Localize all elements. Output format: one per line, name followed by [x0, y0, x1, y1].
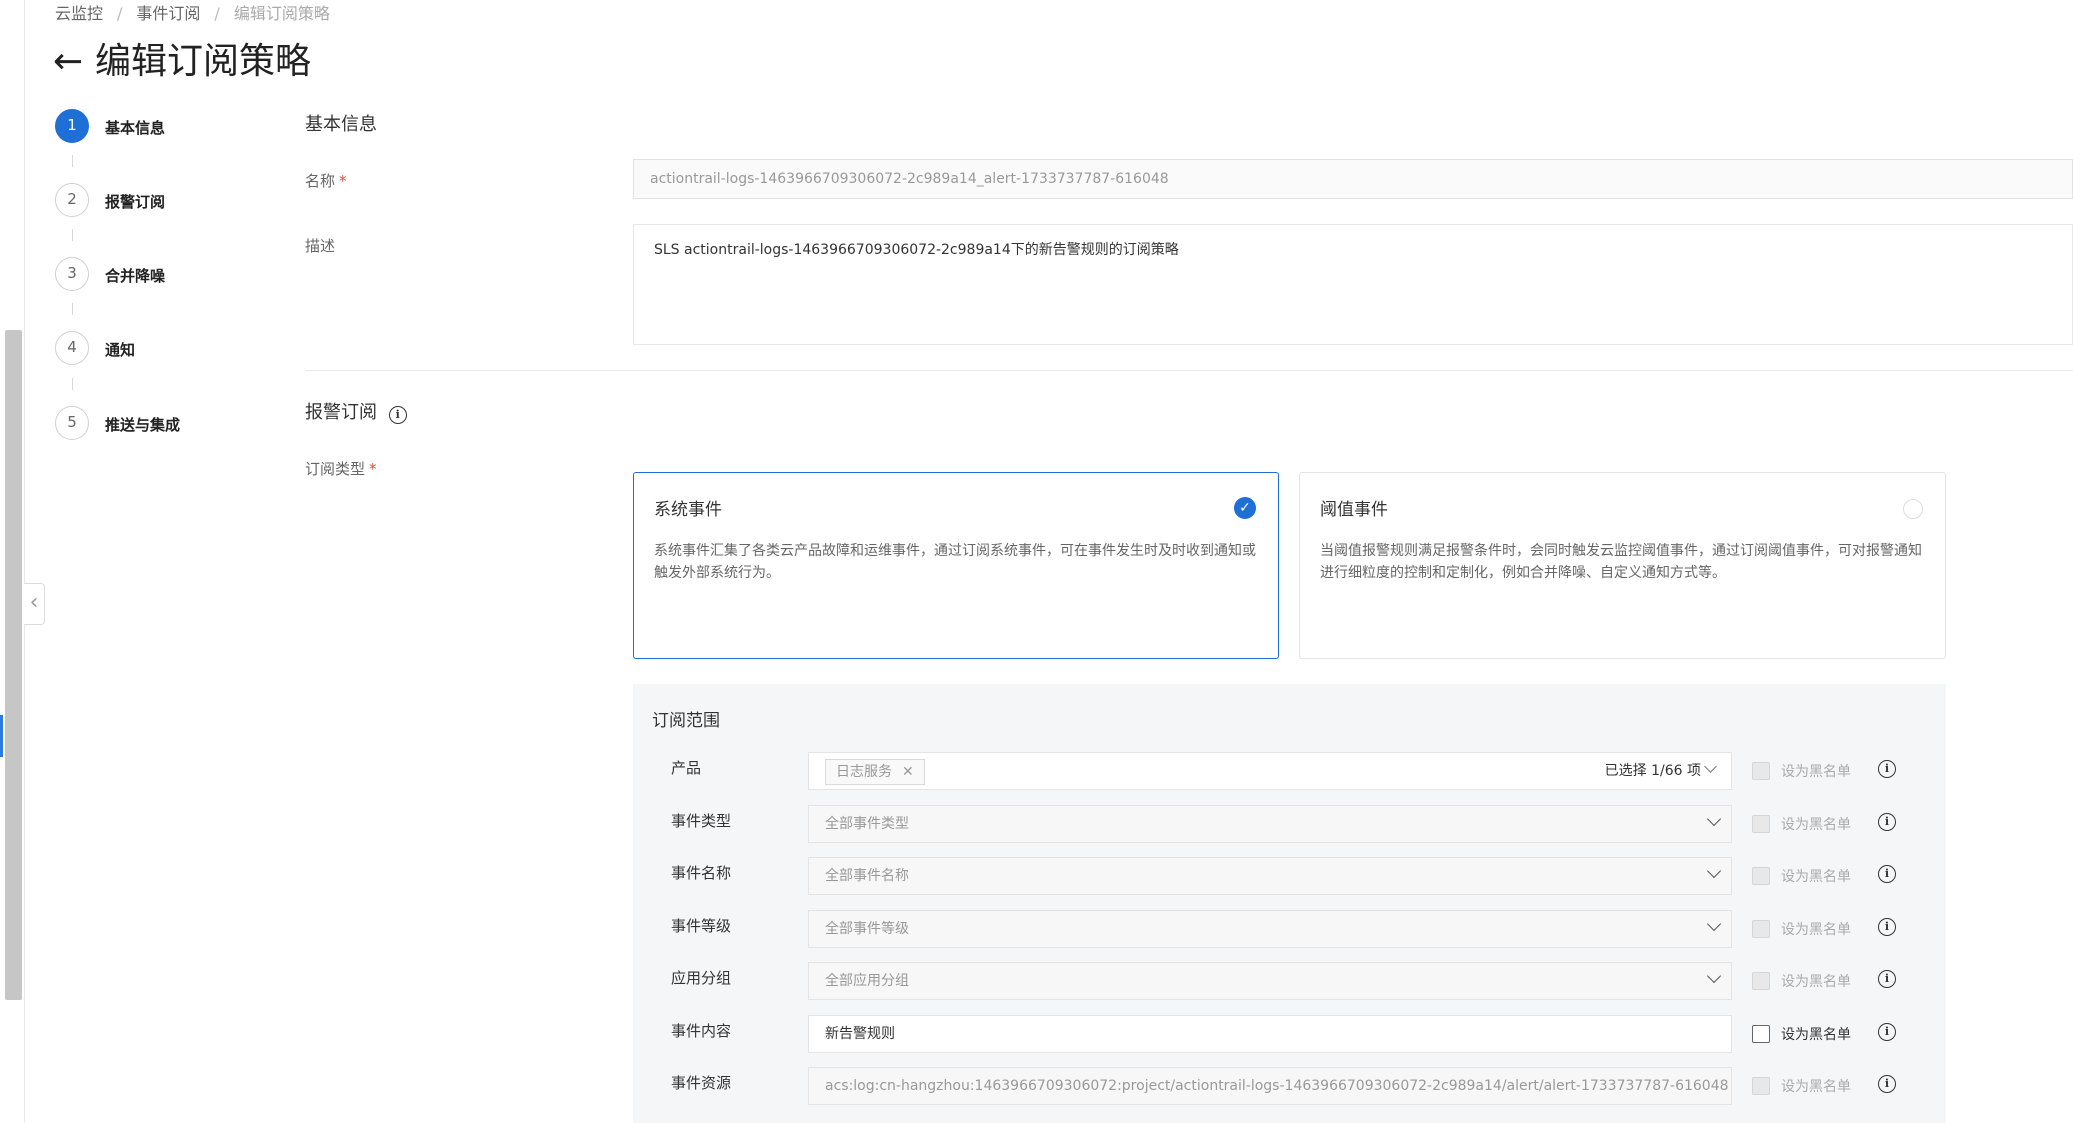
event-type-blacklist-label: 设为黑名单 [1781, 817, 1851, 833]
threshold-event-description: 当阈值报警规则满足报警条件时，会同时触发云监控阈值事件，通过订阅阈值事件，可对报… [1320, 543, 1922, 581]
breadcrumb-item-event-subscription[interactable]: 事件订阅 [136, 4, 200, 23]
info-icon[interactable]: i [1878, 760, 1896, 778]
step-1-label[interactable]: 基本信息 [105, 117, 165, 138]
breadcrumb: 云监控 / 事件订阅 / 编辑订阅策略 [55, 4, 330, 23]
section-divider [305, 370, 2073, 371]
name-label: 名称 * [305, 172, 347, 190]
required-marker: * [369, 460, 377, 478]
threshold-event-title: 阈值事件 [1320, 500, 1388, 520]
nav-active-indicator [0, 715, 3, 757]
selected-count: 已选择 1/66 项 [1604, 763, 1701, 779]
product-blacklist-checkbox[interactable] [1752, 762, 1770, 780]
subscription-scope-title: 订阅范围 [652, 711, 720, 731]
threshold-event-card[interactable]: 阈值事件 当阈值报警规则满足报警条件时，会同时触发云监控阈值事件，通过订阅阈值事… [1299, 472, 1946, 659]
chevron-left-icon: ‹ [29, 590, 39, 615]
system-event-title: 系统事件 [654, 500, 722, 520]
product-blacklist-label: 设为黑名单 [1781, 764, 1851, 780]
back-button[interactable]: ← [53, 40, 83, 84]
system-event-description: 系统事件汇集了各类云产品故障和运维事件，通过订阅系统事件，可在事件发生时及时收到… [654, 543, 1256, 581]
step-connector [72, 303, 73, 315]
chevron-down-icon [1704, 760, 1717, 773]
subscription-type-label: 订阅类型 * [305, 460, 377, 478]
step-connector [72, 229, 73, 241]
description-label: 描述 [305, 237, 336, 255]
info-icon[interactable]: i [1878, 970, 1896, 988]
step-3-label[interactable]: 合并降噪 [105, 265, 165, 286]
breadcrumb-item-current: 编辑订阅策略 [233, 4, 330, 23]
event-resource-blacklist-checkbox[interactable] [1752, 1077, 1770, 1095]
step-connector [72, 378, 73, 390]
close-icon[interactable]: ✕ [902, 764, 914, 780]
event-level-select[interactable]: 全部事件等级 [808, 910, 1732, 948]
event-type-select[interactable]: 全部事件类型 [808, 805, 1732, 843]
chevron-down-icon [1706, 968, 1722, 984]
subscription-scope-panel: 订阅范围 产品 日志服务 ✕ 已选择 1/66 项 设为黑名单 i 事件类型 全部… [633, 684, 1946, 1123]
description-textarea[interactable]: SLS actiontrail-logs-1463966709306072-2c… [633, 224, 2073, 345]
basic-info-section-title: 基本信息 [305, 114, 377, 135]
product-label: 产品 [671, 759, 702, 777]
name-input[interactable]: actiontrail-logs-1463966709306072-2c989a… [633, 159, 2073, 199]
event-content-blacklist-checkbox[interactable] [1752, 1025, 1770, 1043]
event-level-blacklist-label: 设为黑名单 [1781, 922, 1851, 938]
product-tag: 日志服务 ✕ [825, 759, 925, 785]
info-icon[interactable]: i [1878, 1075, 1896, 1093]
event-type-blacklist-checkbox[interactable] [1752, 815, 1770, 833]
collapse-sidebar-button[interactable]: ‹ [24, 583, 45, 625]
event-resource-label: 事件资源 [671, 1074, 732, 1092]
app-group-label: 应用分组 [671, 969, 732, 987]
event-name-blacklist-checkbox[interactable] [1752, 867, 1770, 885]
event-content-blacklist-label: 设为黑名单 [1781, 1027, 1851, 1043]
event-resource-blacklist-label: 设为黑名单 [1781, 1079, 1851, 1095]
event-content-input[interactable]: 新告警规则 [808, 1015, 1732, 1053]
scrollbar[interactable] [5, 330, 22, 1000]
step-connector [72, 155, 73, 167]
event-name-label: 事件名称 [671, 864, 732, 882]
app-group-blacklist-checkbox[interactable] [1752, 972, 1770, 990]
step-3-indicator[interactable]: 3 [55, 257, 89, 291]
event-name-select[interactable]: 全部事件名称 [808, 857, 1732, 895]
event-level-label: 事件等级 [671, 917, 732, 935]
info-icon[interactable]: i [1878, 918, 1896, 936]
info-icon[interactable]: i [1878, 813, 1896, 831]
info-icon[interactable]: i [1878, 865, 1896, 883]
breadcrumb-item-cloud-monitor[interactable]: 云监控 [55, 4, 103, 23]
arrow-left-icon: ← [53, 41, 84, 82]
step-4-label[interactable]: 通知 [105, 339, 135, 360]
check-circle-icon[interactable]: ✓ [1234, 497, 1256, 519]
app-group-blacklist-label: 设为黑名单 [1781, 974, 1851, 990]
event-type-label: 事件类型 [671, 812, 732, 830]
page-title: 编辑订阅策略 [95, 41, 312, 82]
event-content-label: 事件内容 [671, 1022, 732, 1040]
step-5-label[interactable]: 推送与集成 [105, 414, 180, 435]
step-5-indicator[interactable]: 5 [55, 406, 89, 440]
required-marker: * [339, 172, 347, 190]
alert-subscription-section-title: 报警订阅 i [305, 398, 407, 424]
step-4-indicator[interactable]: 4 [55, 331, 89, 365]
chevron-down-icon [1706, 863, 1722, 879]
app-group-select[interactable]: 全部应用分组 [808, 962, 1732, 1000]
event-name-blacklist-label: 设为黑名单 [1781, 869, 1851, 885]
event-level-blacklist-checkbox[interactable] [1752, 920, 1770, 938]
step-2-indicator[interactable]: 2 [55, 183, 89, 217]
chevron-down-icon [1706, 916, 1722, 932]
system-event-card[interactable]: 系统事件 ✓ 系统事件汇集了各类云产品故障和运维事件，通过订阅系统事件，可在事件… [633, 472, 1279, 659]
event-resource-input[interactable]: acs:log:cn-hangzhou:1463966709306072:pro… [808, 1067, 1732, 1105]
chevron-down-icon [1706, 811, 1722, 827]
step-2-label[interactable]: 报警订阅 [105, 191, 165, 212]
radio-circle-icon[interactable] [1903, 499, 1923, 519]
info-icon[interactable]: i [1878, 1023, 1896, 1041]
info-icon[interactable]: i [388, 406, 407, 424]
product-select[interactable]: 日志服务 ✕ 已选择 1/66 项 [808, 752, 1732, 790]
step-1-indicator[interactable]: 1 [55, 109, 89, 143]
